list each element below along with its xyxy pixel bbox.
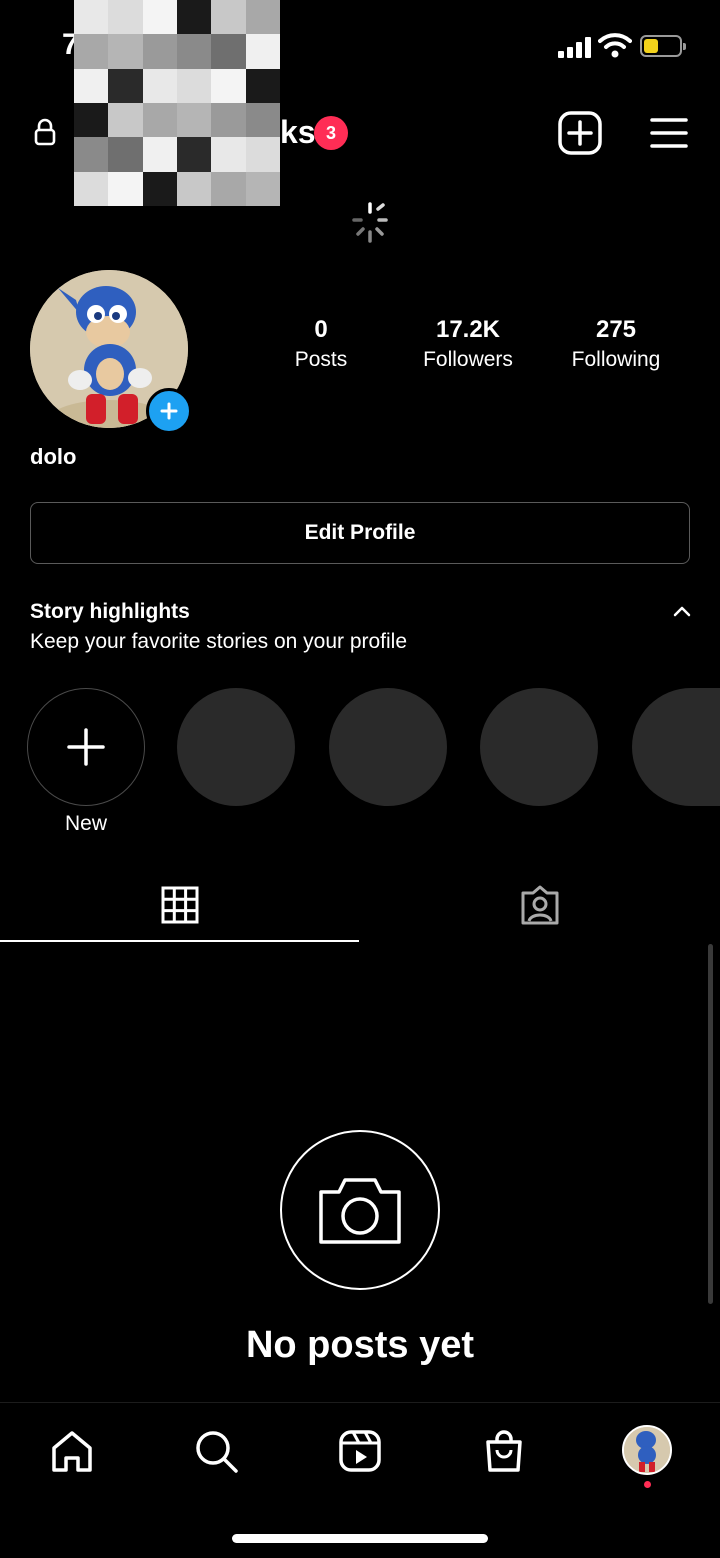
mosaic-tile xyxy=(142,0,177,35)
mosaic-tile xyxy=(142,34,177,69)
following-count: 275 xyxy=(595,316,637,343)
followers-label: Followers xyxy=(423,348,513,371)
notification-badge: 3 xyxy=(314,116,348,150)
mosaic-tile xyxy=(211,102,246,138)
mosaic-tile xyxy=(74,137,109,172)
active-tab-indicator xyxy=(0,940,359,942)
plus-icon xyxy=(160,402,178,420)
edit-profile-button[interactable]: Edit Profile xyxy=(30,502,690,564)
following-stat[interactable]: 275 Following xyxy=(546,316,686,372)
shop-icon xyxy=(486,1430,522,1472)
mosaic-tile xyxy=(74,34,109,69)
mosaic-tile xyxy=(108,137,143,172)
search-icon xyxy=(196,1431,238,1473)
home-indicator xyxy=(232,1534,488,1543)
mosaic-tile xyxy=(245,68,280,103)
home-icon xyxy=(52,1431,92,1472)
menu-icon[interactable] xyxy=(650,116,688,150)
mosaic-tile xyxy=(74,0,109,35)
following-label: Following xyxy=(571,348,661,371)
posts-count: 0 xyxy=(314,316,328,343)
mosaic-tile xyxy=(211,68,246,103)
nav-home[interactable] xyxy=(46,1425,98,1477)
highlights-subtitle: Keep your favorite stories on your profi… xyxy=(30,630,408,653)
new-highlight-button[interactable] xyxy=(27,688,145,806)
mosaic-tile xyxy=(211,0,246,35)
redaction-mosaic xyxy=(74,0,280,206)
mosaic-tile xyxy=(74,68,109,103)
nav-shop[interactable] xyxy=(478,1425,530,1477)
tab-tagged[interactable] xyxy=(360,868,720,942)
mosaic-tile xyxy=(142,68,177,103)
empty-state-camera xyxy=(280,1130,440,1290)
wifi-icon xyxy=(598,33,632,58)
followers-stat[interactable]: 17.2K Followers xyxy=(398,316,538,372)
highlight-placeholder xyxy=(632,688,720,806)
followers-count: 17.2K xyxy=(435,316,501,343)
mosaic-tile xyxy=(108,171,143,206)
mosaic-tile xyxy=(142,171,177,206)
cellular-signal-icon xyxy=(558,36,592,58)
display-name: dolo xyxy=(30,444,77,469)
tab-posts-grid[interactable] xyxy=(0,868,359,942)
empty-state-message: No posts yet xyxy=(245,1324,475,1366)
loading-spinner-icon xyxy=(352,202,388,243)
reels-icon xyxy=(339,1430,381,1472)
nav-search[interactable] xyxy=(190,1425,242,1477)
mosaic-tile xyxy=(211,34,246,69)
new-highlight-label: New xyxy=(64,812,107,835)
plus-icon xyxy=(67,728,105,766)
lock-icon xyxy=(34,118,56,146)
add-story-button[interactable] xyxy=(146,388,192,434)
mosaic-tile xyxy=(108,68,143,103)
account-username[interactable]: ks xyxy=(280,114,316,151)
mosaic-tile xyxy=(108,102,143,138)
posts-stat: 0 Posts xyxy=(251,316,391,372)
mosaic-tile xyxy=(211,137,246,172)
highlight-placeholder xyxy=(177,688,295,806)
bottom-nav xyxy=(0,1402,720,1499)
posts-label: Posts xyxy=(294,348,348,371)
scrollbar[interactable] xyxy=(708,944,713,1304)
mosaic-tile xyxy=(245,34,280,69)
create-post-icon[interactable] xyxy=(558,111,602,155)
highlight-placeholder xyxy=(480,688,598,806)
highlight-placeholder xyxy=(329,688,447,806)
mosaic-tile xyxy=(176,137,212,172)
nav-reels[interactable] xyxy=(334,1425,386,1477)
mosaic-tile xyxy=(74,102,109,138)
highlights-title: Story highlights xyxy=(30,600,190,623)
mosaic-tile xyxy=(176,0,212,35)
mosaic-tile xyxy=(245,102,280,138)
battery-icon xyxy=(640,35,686,57)
mosaic-tile xyxy=(108,0,143,35)
mosaic-tile xyxy=(176,171,212,206)
chevron-up-icon[interactable] xyxy=(672,604,692,618)
camera-icon xyxy=(319,1178,401,1244)
mosaic-tile xyxy=(245,0,280,35)
mosaic-tile xyxy=(176,68,212,103)
mosaic-tile xyxy=(176,102,212,138)
tagged-person-icon xyxy=(521,885,559,925)
notification-dot xyxy=(644,1481,651,1488)
mosaic-tile xyxy=(176,34,212,69)
nav-profile-avatar[interactable] xyxy=(622,1425,672,1475)
mosaic-tile xyxy=(142,137,177,172)
mosaic-tile xyxy=(245,171,280,206)
mosaic-tile xyxy=(108,34,143,69)
mosaic-tile xyxy=(142,102,177,138)
mosaic-tile xyxy=(211,171,246,206)
mosaic-tile xyxy=(74,171,109,206)
mosaic-tile xyxy=(245,137,280,172)
grid-icon xyxy=(161,886,198,924)
